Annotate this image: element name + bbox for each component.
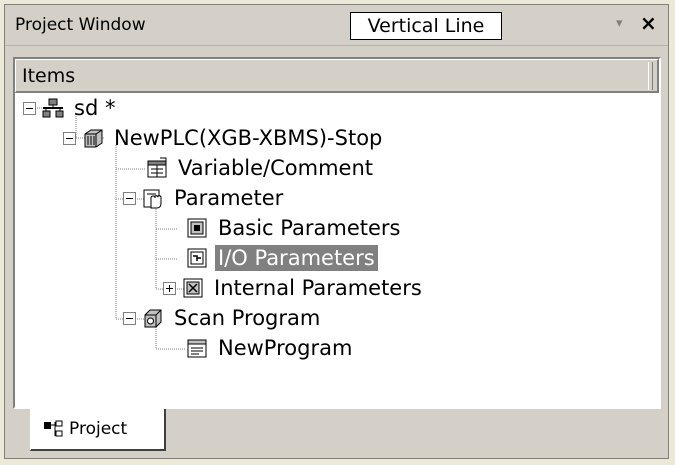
tree-node-label: Scan Program <box>174 306 321 330</box>
tree-node-label: NewProgram <box>218 336 353 360</box>
tree-node-label: Internal Parameters <box>214 276 422 300</box>
tree-node-label: Variable/Comment <box>178 156 373 180</box>
tree-node-new-program[interactable]: NewProgram <box>186 333 355 363</box>
tree-node-scan-program[interactable]: Scan Program <box>123 303 323 333</box>
items-column-header[interactable]: Items <box>15 59 659 93</box>
window-title: Project Window <box>15 15 146 35</box>
scan-program-icon <box>144 309 162 328</box>
collapse-icon[interactable] <box>123 191 136 205</box>
collapse-icon[interactable] <box>63 131 76 145</box>
parameter-icon <box>143 189 162 209</box>
close-icon[interactable]: × <box>640 11 657 35</box>
tree-node-basic-parameters[interactable]: Basic Parameters <box>186 213 403 243</box>
project-tree-icon <box>44 420 63 437</box>
io-parameters-icon <box>187 248 207 268</box>
tree-node-plc[interactable]: NewPLC(XGB-XBMS)-Stop <box>63 123 385 153</box>
tree-node-variable-comment[interactable]: Variable/Comment <box>146 153 376 183</box>
collapse-icon[interactable] <box>123 311 136 325</box>
basic-parameters-icon <box>187 218 207 238</box>
tooltip: Vertical Line <box>350 12 502 40</box>
tab-strip: Project <box>5 409 668 458</box>
tree-node-label: Parameter <box>174 186 284 210</box>
window-menu-dropdown-icon[interactable]: ▾ <box>616 16 623 31</box>
tree-node-project-root[interactable]: sd * <box>23 93 118 123</box>
project-window: Project Window Vertical Line ▾ × Items s… <box>4 4 669 459</box>
collapse-icon[interactable] <box>23 101 36 115</box>
tree-node-label: sd * <box>74 96 116 120</box>
network-icon <box>42 98 64 118</box>
column-resize-handle[interactable] <box>648 62 653 90</box>
program-icon <box>187 339 207 358</box>
tree-node-label: NewPLC(XGB-XBMS)-Stop <box>114 126 383 150</box>
items-header-label: Items <box>22 65 76 87</box>
plc-icon <box>84 129 103 148</box>
tree-node-parameter[interactable]: Parameter <box>123 183 286 213</box>
tree-node-io-parameters[interactable]: I/O Parameters <box>186 243 378 273</box>
tree-node-internal-parameters[interactable]: Internal Parameters <box>163 273 425 303</box>
tree-node-label-selected: I/O Parameters <box>215 245 378 271</box>
variable-comment-icon <box>147 157 167 178</box>
expand-icon[interactable] <box>163 281 176 295</box>
internal-parameters-icon <box>183 278 203 298</box>
tab-project[interactable]: Project <box>30 409 166 451</box>
project-tree-panel[interactable]: Items sd * NewPLC(XGB-XBMS)-Stop Variabl… <box>13 57 661 409</box>
title-bar[interactable]: Project Window Vertical Line ▾ × <box>5 5 668 46</box>
tab-label: Project <box>69 419 128 439</box>
tree-node-label: Basic Parameters <box>218 216 401 240</box>
